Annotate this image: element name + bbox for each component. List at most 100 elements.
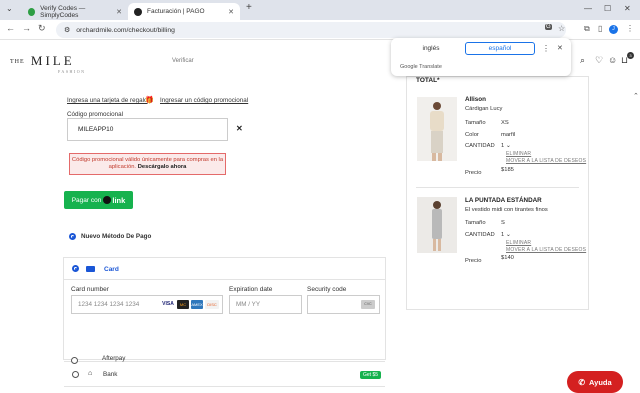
card-option-label: Card	[104, 266, 119, 273]
sidebar-icon[interactable]: ▯	[598, 24, 602, 33]
card-number-input[interactable]: 1234 1234 1234 1234 VISA MC AMEX DISC	[71, 295, 223, 314]
address-bar[interactable]: ⚙ orchardmile.com/checkout/billing	[56, 22, 566, 38]
translate-close-icon[interactable]: ✕	[557, 44, 563, 52]
cvc-card-icon: CVC	[361, 300, 375, 309]
url-text: orchardmile.com/checkout/billing	[76, 26, 175, 34]
remove-item-link[interactable]: ELIMINAR	[506, 151, 531, 157]
search-icon[interactable]: ⌕	[580, 55, 585, 66]
price-value: $185	[501, 167, 514, 173]
cart-count-badge: 3	[627, 52, 634, 59]
pay-button-label: Pagar con	[71, 196, 102, 204]
move-to-wishlist-link[interactable]: MOVER A LA LISTA DE DESEOS	[506, 158, 586, 164]
translate-source-lang[interactable]: inglés	[397, 42, 465, 55]
link-logo: link	[103, 196, 125, 205]
card-number-placeholder: 1234 1234 1234 1234	[78, 301, 140, 308]
browser-menu-icon[interactable]: ⋮	[626, 24, 634, 33]
close-window-icon[interactable]: ✕	[624, 4, 631, 13]
card-option-header[interactable]: Card	[64, 258, 385, 280]
wishlist-heart-icon[interactable]: ♡	[595, 55, 603, 66]
size-value: XS	[501, 120, 509, 126]
pay-with-link-button[interactable]: Pagar con link	[64, 191, 133, 209]
checkout-page: THE MILE FASHION Verificar ⌕ ♡ ☺ ⊔ 3 ⌃ I…	[0, 41, 640, 393]
new-tab-button[interactable]: +	[246, 2, 252, 13]
divider	[416, 187, 579, 188]
total-label: TOTAL*	[416, 77, 440, 84]
move-to-wishlist-link[interactable]: MOVER A LA LISTA DE DESEOS	[506, 247, 586, 253]
gift-card-link[interactable]: Ingresa una tarjeta de regalo	[67, 97, 148, 104]
tab-title: Verify Codes — SimplyCodes	[40, 4, 86, 19]
promo-error-alert: Código promocional válido únicamente par…	[69, 153, 226, 175]
logo-prefix: THE	[10, 59, 25, 66]
mastercard-icon: MC	[177, 300, 189, 309]
afterpay-radio[interactable]	[71, 357, 78, 364]
close-tab-icon[interactable]: ✕	[116, 8, 122, 16]
help-button[interactable]: ✆ Ayuda	[567, 371, 623, 393]
tab-search-icon[interactable]: ⌄	[6, 4, 13, 13]
dress-model-image	[417, 197, 457, 253]
orchardmile-favicon-icon	[134, 7, 142, 16]
forward-icon[interactable]: →	[22, 23, 31, 33]
chat-icon: ✆	[578, 377, 586, 387]
payment-element: Card Card number 1234 1234 1234 1234 VIS…	[63, 257, 386, 387]
product-brand: Allison	[465, 96, 486, 103]
expiration-input[interactable]: MM / YY	[229, 295, 302, 314]
translate-target-lang[interactable]: español	[465, 42, 535, 55]
order-summary: TOTAL* Allison Cárdigan Lucy Tamaño XS C…	[406, 76, 589, 310]
maximize-icon[interactable]: ☐	[604, 4, 611, 13]
tab-facturacion[interactable]: Facturación | PAGO ✕	[128, 3, 240, 20]
profile-avatar[interactable]: J	[609, 25, 618, 34]
reload-icon[interactable]: ↻	[38, 23, 46, 34]
bank-option-label[interactable]: Bank	[103, 371, 117, 378]
bank-icon: ⌂	[88, 370, 93, 377]
expiration-placeholder: MM / YY	[236, 301, 261, 308]
promo-code-label: Código promocional	[67, 111, 124, 118]
quantity-value: 1	[501, 143, 505, 149]
clear-promo-button[interactable]: ✕	[236, 124, 243, 133]
price-value: $140	[501, 255, 514, 261]
remove-item-link[interactable]: ELIMINAR	[506, 240, 531, 246]
quantity-select[interactable]: 1 ⌄	[501, 232, 511, 238]
account-icon[interactable]: ☺	[608, 55, 617, 65]
quantity-label: CANTIDAD	[465, 232, 495, 238]
bookmark-star-icon[interactable]: ☆	[558, 24, 565, 33]
new-payment-method-label: Nuevo Método De Pago	[81, 233, 152, 240]
card-brand-icons: VISA MC AMEX DISC	[159, 300, 222, 309]
site-logo[interactable]: THE MILE FASHION	[10, 53, 84, 74]
close-tab-icon[interactable]: ✕	[228, 8, 234, 16]
quantity-select[interactable]: 1 ⌄	[501, 143, 511, 149]
translate-options-icon[interactable]: ⋮	[542, 44, 550, 53]
scroll-up-icon[interactable]: ⌃	[633, 92, 639, 100]
size-label: Tamaño	[465, 220, 486, 226]
tab-title: Facturación | PAGO	[147, 8, 205, 15]
download-app-link[interactable]: Descárgalo ahora	[138, 164, 187, 170]
browser-toolbar: ← → ↻ ⚙ orchardmile.com/checkout/billing…	[0, 20, 640, 40]
google-translate-brand: Google Translate	[400, 64, 442, 70]
promo-code-value: MILEAPP10	[78, 126, 114, 133]
back-icon[interactable]: ←	[6, 23, 15, 33]
product-image[interactable]	[417, 197, 457, 253]
minimize-icon[interactable]: —	[584, 4, 592, 13]
credit-card-icon	[86, 266, 95, 272]
translate-icon[interactable]: G	[545, 24, 552, 30]
security-code-input[interactable]: CVC	[307, 295, 380, 314]
expiration-label: Expiration date	[229, 286, 273, 293]
bank-radio[interactable]	[72, 371, 79, 378]
card-radio[interactable]	[72, 265, 79, 272]
promo-code-input[interactable]: MILEAPP10	[67, 118, 228, 141]
extensions-icon[interactable]: ⧉	[584, 24, 590, 34]
product-image[interactable]	[417, 97, 457, 161]
color-label: Color	[465, 132, 479, 138]
new-payment-method-radio[interactable]	[69, 233, 76, 240]
quantity-label: CANTIDAD	[465, 143, 495, 149]
checkout-step-label: Verificar	[172, 58, 194, 64]
afterpay-option-label[interactable]: Afterpay	[102, 355, 125, 362]
price-label: Precio	[465, 170, 482, 176]
promo-code-link[interactable]: Ingresar un código promocional	[160, 97, 248, 104]
card-number-label: Card number	[71, 286, 109, 293]
tab-verify-codes[interactable]: Verify Codes — SimplyCodes ✕	[22, 3, 128, 20]
site-info-icon[interactable]: ⚙	[64, 26, 70, 34]
link-logo-text: link	[112, 195, 126, 205]
product-name: El vestido midi con tirantes finos	[465, 207, 548, 213]
visa-icon: VISA	[161, 300, 175, 309]
browser-tab-bar: ⌄ Verify Codes — SimplyCodes ✕ Facturaci…	[0, 0, 640, 20]
